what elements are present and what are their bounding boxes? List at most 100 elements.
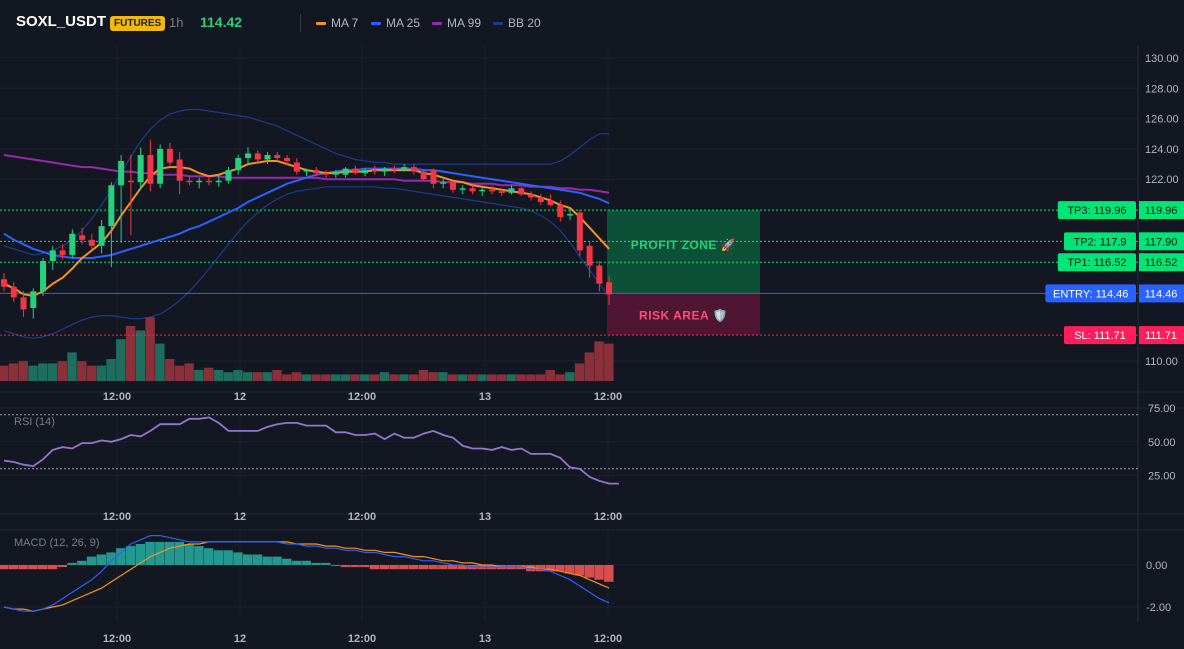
volume-bar [262, 372, 272, 381]
volume-bar [350, 374, 360, 381]
candle-body [186, 180, 193, 183]
volume-bar [116, 339, 126, 381]
volume-bar [526, 374, 536, 381]
time-axis-tick: 13 [479, 391, 491, 403]
time-axis-tick: 13 [479, 633, 491, 645]
candle-body [108, 185, 115, 227]
axis-tag-text-entry: 114.46 [1145, 288, 1178, 300]
volume-bar [38, 363, 48, 381]
macd-axis-tick: 0.00 [1146, 560, 1167, 572]
time-axis-tick: 12:00 [594, 391, 622, 403]
rsi-axis-tick: 75.00 [1148, 403, 1176, 415]
volume-bar [243, 372, 253, 381]
rsi-panel: RSI (14) [0, 414, 1138, 485]
macd-hist-bar [233, 552, 243, 565]
candle-body [528, 194, 535, 198]
volume-bar [584, 352, 594, 381]
candle-body [586, 245, 593, 266]
bollinger-bands [3, 108, 610, 339]
level-tag-text-tp2: TP2: 117.9 [1074, 236, 1127, 248]
grid-lines [0, 46, 1184, 622]
volume-bar [164, 359, 175, 381]
volume-bar [18, 361, 28, 381]
macd-hist-bar [594, 565, 604, 580]
candle-body [489, 189, 495, 192]
candle-body [254, 153, 261, 160]
candle-body [30, 291, 37, 308]
volume-bar [565, 372, 575, 381]
macd-hist-bar [28, 565, 38, 570]
macd-hist-bar [369, 565, 380, 570]
axes: 130.00128.00126.00124.00122.00110.0075.0… [103, 53, 1184, 645]
volume-bar [135, 330, 146, 381]
volume-bar [428, 372, 438, 381]
volume-bar [194, 370, 204, 381]
volume-bar [360, 374, 370, 381]
trade-zones: PROFIT ZONE 🚀 RISK AREA 🛡️ [607, 210, 760, 336]
candle-body [225, 170, 232, 181]
macd-hist-bar [262, 556, 272, 565]
time-axis-tick: 12:00 [103, 633, 131, 645]
volume-bar [389, 374, 399, 381]
volume-bar [77, 361, 87, 381]
volume-bar [535, 374, 546, 381]
candle-body [332, 171, 339, 175]
macd-hist-bar [360, 565, 370, 568]
macd-hist-bar [223, 550, 233, 565]
volume-bar [330, 374, 341, 381]
candle-body [362, 170, 369, 174]
volume-bar [233, 370, 243, 381]
candle-body [235, 157, 242, 171]
candle-body [137, 154, 144, 183]
candle-body [371, 170, 378, 172]
candle-body [49, 250, 56, 262]
volume-bar [96, 365, 106, 381]
chart-canvas[interactable]: PROFIT ZONE 🚀 RISK AREA 🛡️ RSI (14) MACD … [0, 0, 1184, 649]
volume-bar [57, 361, 67, 381]
volume-bar [213, 370, 224, 381]
candle-body [284, 157, 291, 162]
price-axis-tick: 126.00 [1145, 114, 1179, 126]
volume-bar [457, 374, 468, 381]
macd-hist-bar [291, 560, 302, 565]
candle-body [576, 212, 583, 251]
candle-body [596, 265, 603, 284]
candle-body [479, 189, 486, 192]
candle-body [1, 279, 7, 287]
macd-hist-bar [125, 546, 136, 565]
candle-body [20, 297, 27, 310]
macd-hist-bar [389, 565, 399, 570]
candle-body [449, 182, 456, 190]
candle-body [303, 170, 310, 172]
macd-panel: MACD (12, 26, 9) [0, 535, 614, 612]
time-axis-tick: 13 [479, 511, 491, 523]
rsi-title: RSI (14) [14, 416, 55, 428]
candle-body [606, 282, 613, 295]
level-tag-text-tp1: TP1: 116.52 [1067, 257, 1126, 269]
volume-bar [125, 326, 136, 381]
candle-body [557, 204, 564, 218]
volume-bar [106, 359, 116, 381]
time-axis-tick: 12:00 [348, 511, 376, 523]
macd-hist-bar [135, 544, 146, 565]
bb-lower-line [3, 186, 610, 339]
macd-title: MACD (12, 26, 9) [14, 537, 100, 549]
macd-hist-bar [311, 562, 321, 565]
volume-bar [8, 363, 19, 381]
price-axis-tick: 130.00 [1145, 53, 1179, 65]
volume-bar [574, 363, 585, 381]
macd-hist-bar [194, 546, 204, 565]
candle-body [274, 154, 281, 158]
volume-bar [447, 374, 458, 381]
macd-hist-bar [418, 565, 429, 570]
volume-bar [282, 374, 292, 381]
volume-bar [340, 374, 350, 381]
volume-bar [399, 374, 409, 381]
candle-body [147, 154, 154, 184]
volume-bars [0, 317, 614, 381]
candle-body [215, 180, 222, 183]
macd-hist-bar [203, 548, 214, 565]
candle-body [10, 286, 17, 298]
price-axis-tick: 128.00 [1145, 83, 1179, 95]
time-axis-tick: 12 [234, 511, 246, 523]
